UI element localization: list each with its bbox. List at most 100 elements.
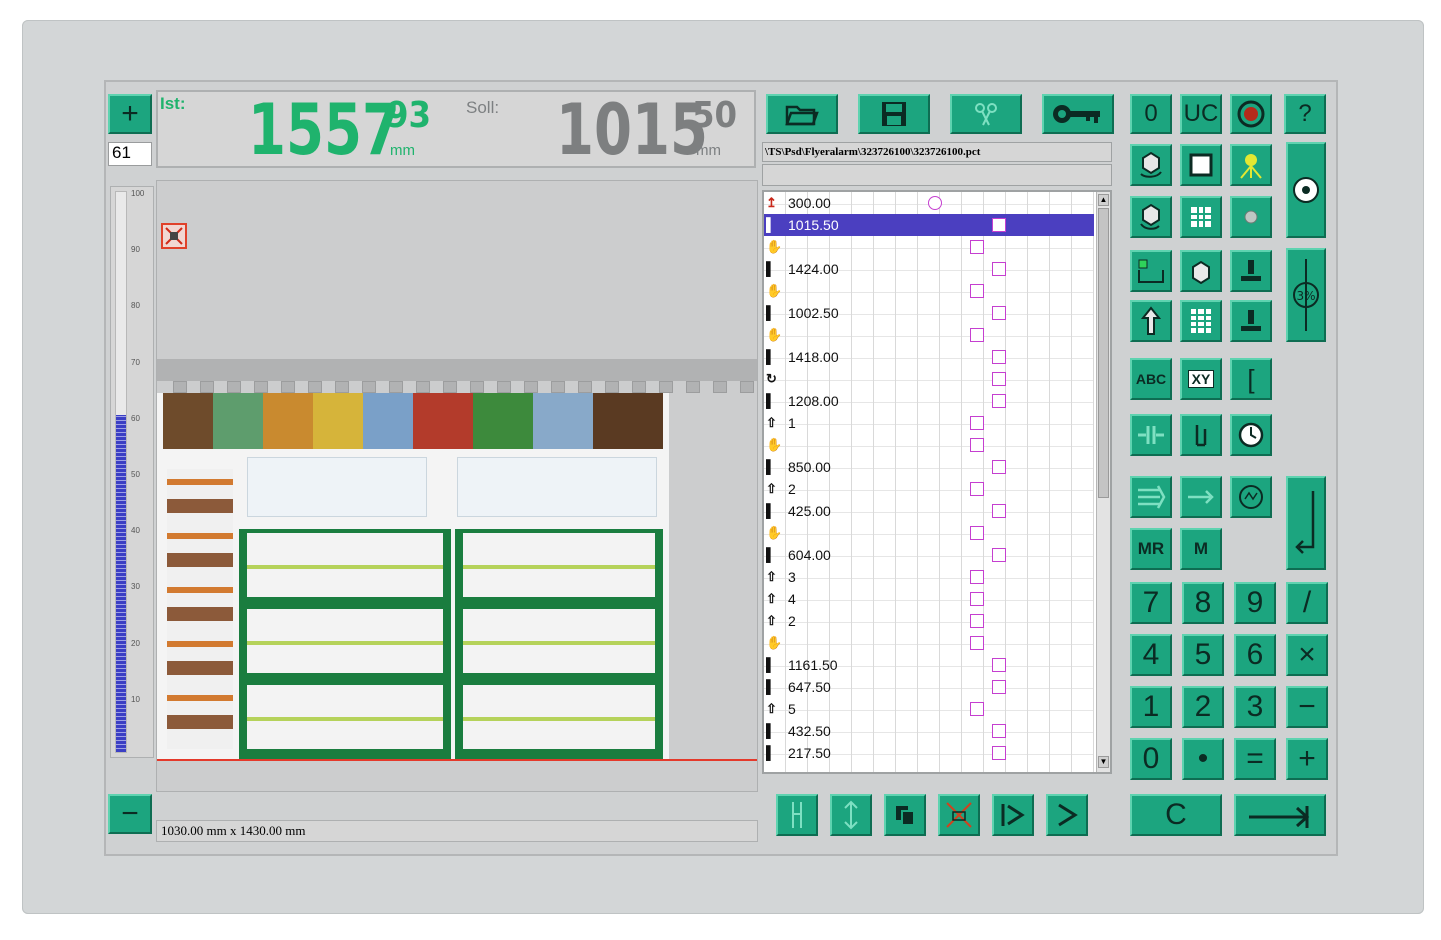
program-row[interactable]: ✋ (764, 324, 1094, 346)
program-row[interactable]: ▌ 604.00 (764, 544, 1094, 566)
delete-button[interactable] (938, 794, 980, 836)
cut-button[interactable] (776, 794, 818, 836)
program-row[interactable]: ✋ (764, 236, 1094, 258)
keypad-key[interactable]: 4 (1130, 634, 1172, 676)
clamp-tooth (254, 381, 268, 393)
keypad-key[interactable]: / (1286, 582, 1328, 624)
xy-button[interactable]: XY (1180, 358, 1222, 400)
enter-tall-button[interactable] (1286, 476, 1326, 570)
scroll-up-arrow[interactable]: ▲ (1098, 194, 1109, 206)
scroll-thumb[interactable] (1098, 208, 1109, 498)
program-row[interactable]: ↻ (764, 368, 1094, 390)
scroll-down-arrow[interactable]: ▼ (1098, 756, 1109, 768)
program-row[interactable]: ▌ 850.00 (764, 456, 1094, 478)
open-folder-button[interactable] (766, 94, 838, 134)
layout-button[interactable] (1180, 300, 1222, 342)
stack-right-button[interactable] (1130, 476, 1172, 518)
program-row[interactable]: ▌ 1418.00 (764, 346, 1094, 368)
keypad-key[interactable]: 7 (1130, 582, 1172, 624)
grid-icon (1191, 207, 1211, 227)
eject-tall-button[interactable] (1286, 142, 1326, 238)
program-row[interactable]: ▌ 217.50 (764, 742, 1094, 764)
program-row[interactable]: ↥ 300.00 (764, 192, 1094, 214)
program-row[interactable]: ⇧ 5 (764, 698, 1094, 720)
program-row[interactable]: ▌ 647.50 (764, 676, 1094, 698)
frame-button[interactable] (1180, 144, 1222, 186)
keypad-key[interactable]: 0 (1130, 738, 1172, 780)
program-row[interactable]: ✋ (764, 522, 1094, 544)
keypad-key[interactable]: = (1234, 738, 1276, 780)
clamp-hold-button[interactable] (1230, 300, 1272, 342)
next-button[interactable] (1046, 794, 1088, 836)
increment-button[interactable]: + (108, 94, 152, 134)
air-button[interactable] (1230, 196, 1272, 238)
cut-program-list[interactable]: ↥ 300.00 ▌ 1015.50 ✋ ▌ 1424.00 ✋ ▌ 1002.50 ✋ ▌ 1418.… (762, 190, 1112, 774)
warning-icon[interactable] (161, 223, 187, 249)
help-button[interactable]: ? (1284, 94, 1326, 134)
program-row[interactable]: ✋ (764, 632, 1094, 654)
key-uc[interactable]: UC (1180, 94, 1222, 134)
turn-stack-button[interactable] (1130, 196, 1172, 238)
keypad-key[interactable]: 1 (1130, 686, 1172, 728)
counter-field[interactable]: 61 (108, 142, 152, 166)
program-row[interactable]: ▌ 1161.50 (764, 654, 1094, 676)
step-forward-icon (1001, 804, 1025, 826)
keypad-key[interactable]: 5 (1182, 634, 1224, 676)
stop-button[interactable] (1230, 94, 1272, 134)
clamp-button[interactable] (830, 794, 872, 836)
move-right-button[interactable] (1180, 476, 1222, 518)
program-row[interactable]: ▌ 425.00 (764, 500, 1094, 522)
decrement-button[interactable]: − (108, 794, 152, 834)
step-forward-button[interactable] (992, 794, 1034, 836)
program-scrollbar[interactable]: ▲ ▼ (1096, 192, 1110, 772)
light-button[interactable] (1230, 144, 1272, 186)
pusher-marker-icon (970, 526, 984, 540)
keypad-key-label: 8 (1194, 586, 1212, 619)
gauge-button[interactable] (1230, 476, 1272, 518)
keypad-key[interactable]: − (1286, 686, 1328, 728)
program-row[interactable]: ⇧ 2 (764, 478, 1094, 500)
abc-button[interactable]: ABC (1130, 358, 1172, 400)
save-button[interactable] (858, 94, 930, 134)
scissors-button[interactable] (950, 94, 1022, 134)
clamp-down-button[interactable] (1230, 250, 1272, 292)
program-row[interactable]: ▌ 1002.50 (764, 302, 1094, 324)
program-row[interactable]: ▌ 432.50 (764, 720, 1094, 742)
rotate-stack-button[interactable] (1130, 144, 1172, 186)
keypad-key[interactable]: 9 (1234, 582, 1276, 624)
keypad-key[interactable]: + (1286, 738, 1328, 780)
keypad-key[interactable]: • (1182, 738, 1224, 780)
keypad-key[interactable]: 2 (1182, 686, 1224, 728)
program-row[interactable]: ✋ (764, 434, 1094, 456)
knife-button[interactable] (1180, 414, 1222, 456)
percent-tall-button[interactable]: 3% (1286, 248, 1326, 342)
program-row[interactable]: ⇧ 3 (764, 566, 1094, 588)
program-row[interactable]: ✋ (764, 280, 1094, 302)
keypad-key[interactable]: × (1286, 634, 1328, 676)
keypad-key[interactable]: 6 (1234, 634, 1276, 676)
backgauge-button[interactable] (1130, 250, 1172, 292)
program-row[interactable]: ▌ 1015.50 (764, 214, 1094, 236)
keypad-key[interactable]: 3 (1234, 686, 1276, 728)
keypad-key[interactable]: 8 (1182, 582, 1224, 624)
program-row[interactable]: ⇧ 4 (764, 588, 1094, 610)
program-row[interactable]: ▌ 1208.00 (764, 390, 1094, 412)
clear-button[interactable]: C (1130, 794, 1222, 836)
light-icon (1240, 154, 1262, 179)
program-row[interactable]: ▌ 1424.00 (764, 258, 1094, 280)
program-row[interactable]: ⇧ 2 (764, 610, 1094, 632)
bracket-button[interactable]: [ (1230, 358, 1272, 400)
copy-button[interactable] (884, 794, 926, 836)
program-row[interactable]: ⇧ 1 (764, 412, 1094, 434)
m-button[interactable]: M (1180, 528, 1222, 570)
execute-button[interactable] (1234, 794, 1326, 836)
key-zero-top[interactable]: 0 (1130, 94, 1172, 134)
air-table-button[interactable] (1130, 414, 1172, 456)
timer-button[interactable] (1230, 414, 1272, 456)
clamp-tooth (497, 381, 511, 393)
settings-button[interactable] (1042, 94, 1114, 134)
mr-button[interactable]: MR (1130, 528, 1172, 570)
cube-button[interactable] (1180, 250, 1222, 292)
grid-button[interactable] (1180, 196, 1222, 238)
pusher-button[interactable] (1130, 300, 1172, 342)
